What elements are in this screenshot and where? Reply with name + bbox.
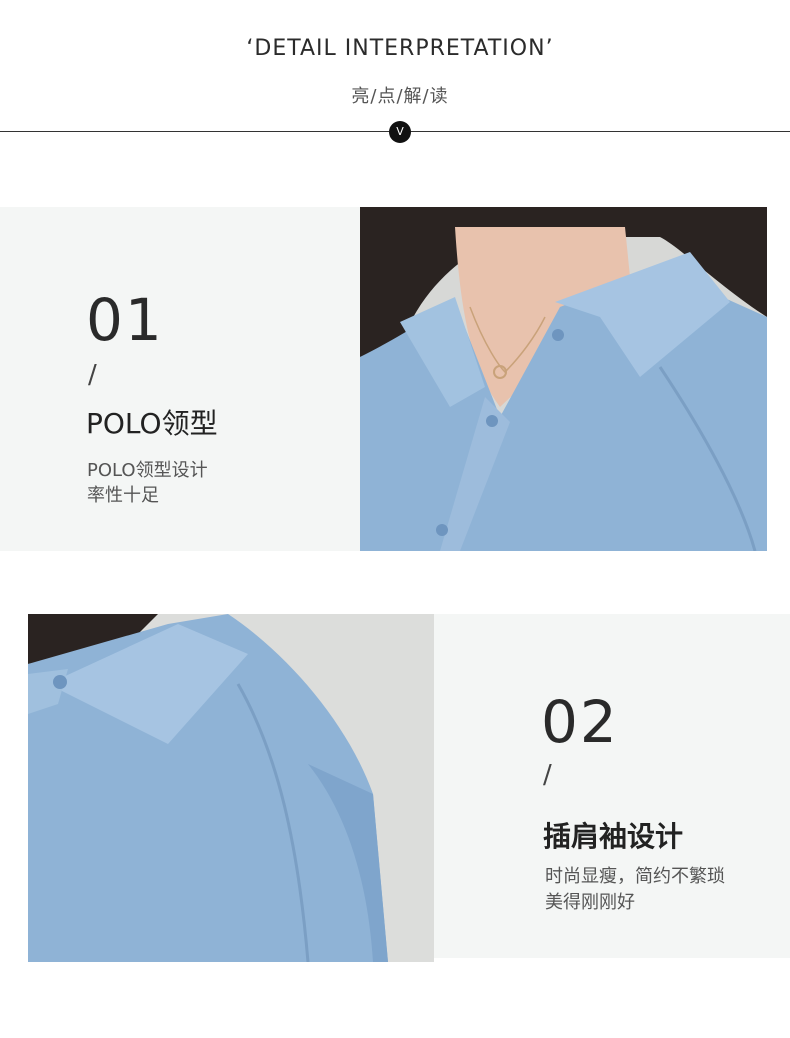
section-title-cn: 亮/点/解/读 — [351, 86, 449, 107]
section-title-en: ‘DETAIL INTERPRETATION’ — [246, 36, 554, 61]
feature-1-title: POLO领型 — [86, 407, 218, 440]
feature-1-desc-line1: POLO领型设计 — [87, 460, 208, 481]
feature-2-desc-line1: 时尚显瘦，简约不繁琐 — [545, 866, 725, 887]
feature-2-number: 02 — [541, 688, 619, 756]
feature-2-desc-line2: 美得刚刚好 — [545, 892, 635, 913]
raglan-sleeve-photo — [28, 614, 434, 962]
collar-detail-photo — [360, 207, 767, 551]
feature-1-number: 01 — [86, 286, 164, 354]
chevron-down-icon: V — [389, 121, 411, 143]
feature-2-slash: / — [543, 760, 552, 790]
feature-1-desc-line2: 率性十足 — [87, 485, 159, 506]
feature-1-text-panel — [0, 207, 360, 551]
feature-1-slash: / — [88, 360, 97, 390]
feature-2-title: 插肩袖设计 — [543, 820, 684, 853]
